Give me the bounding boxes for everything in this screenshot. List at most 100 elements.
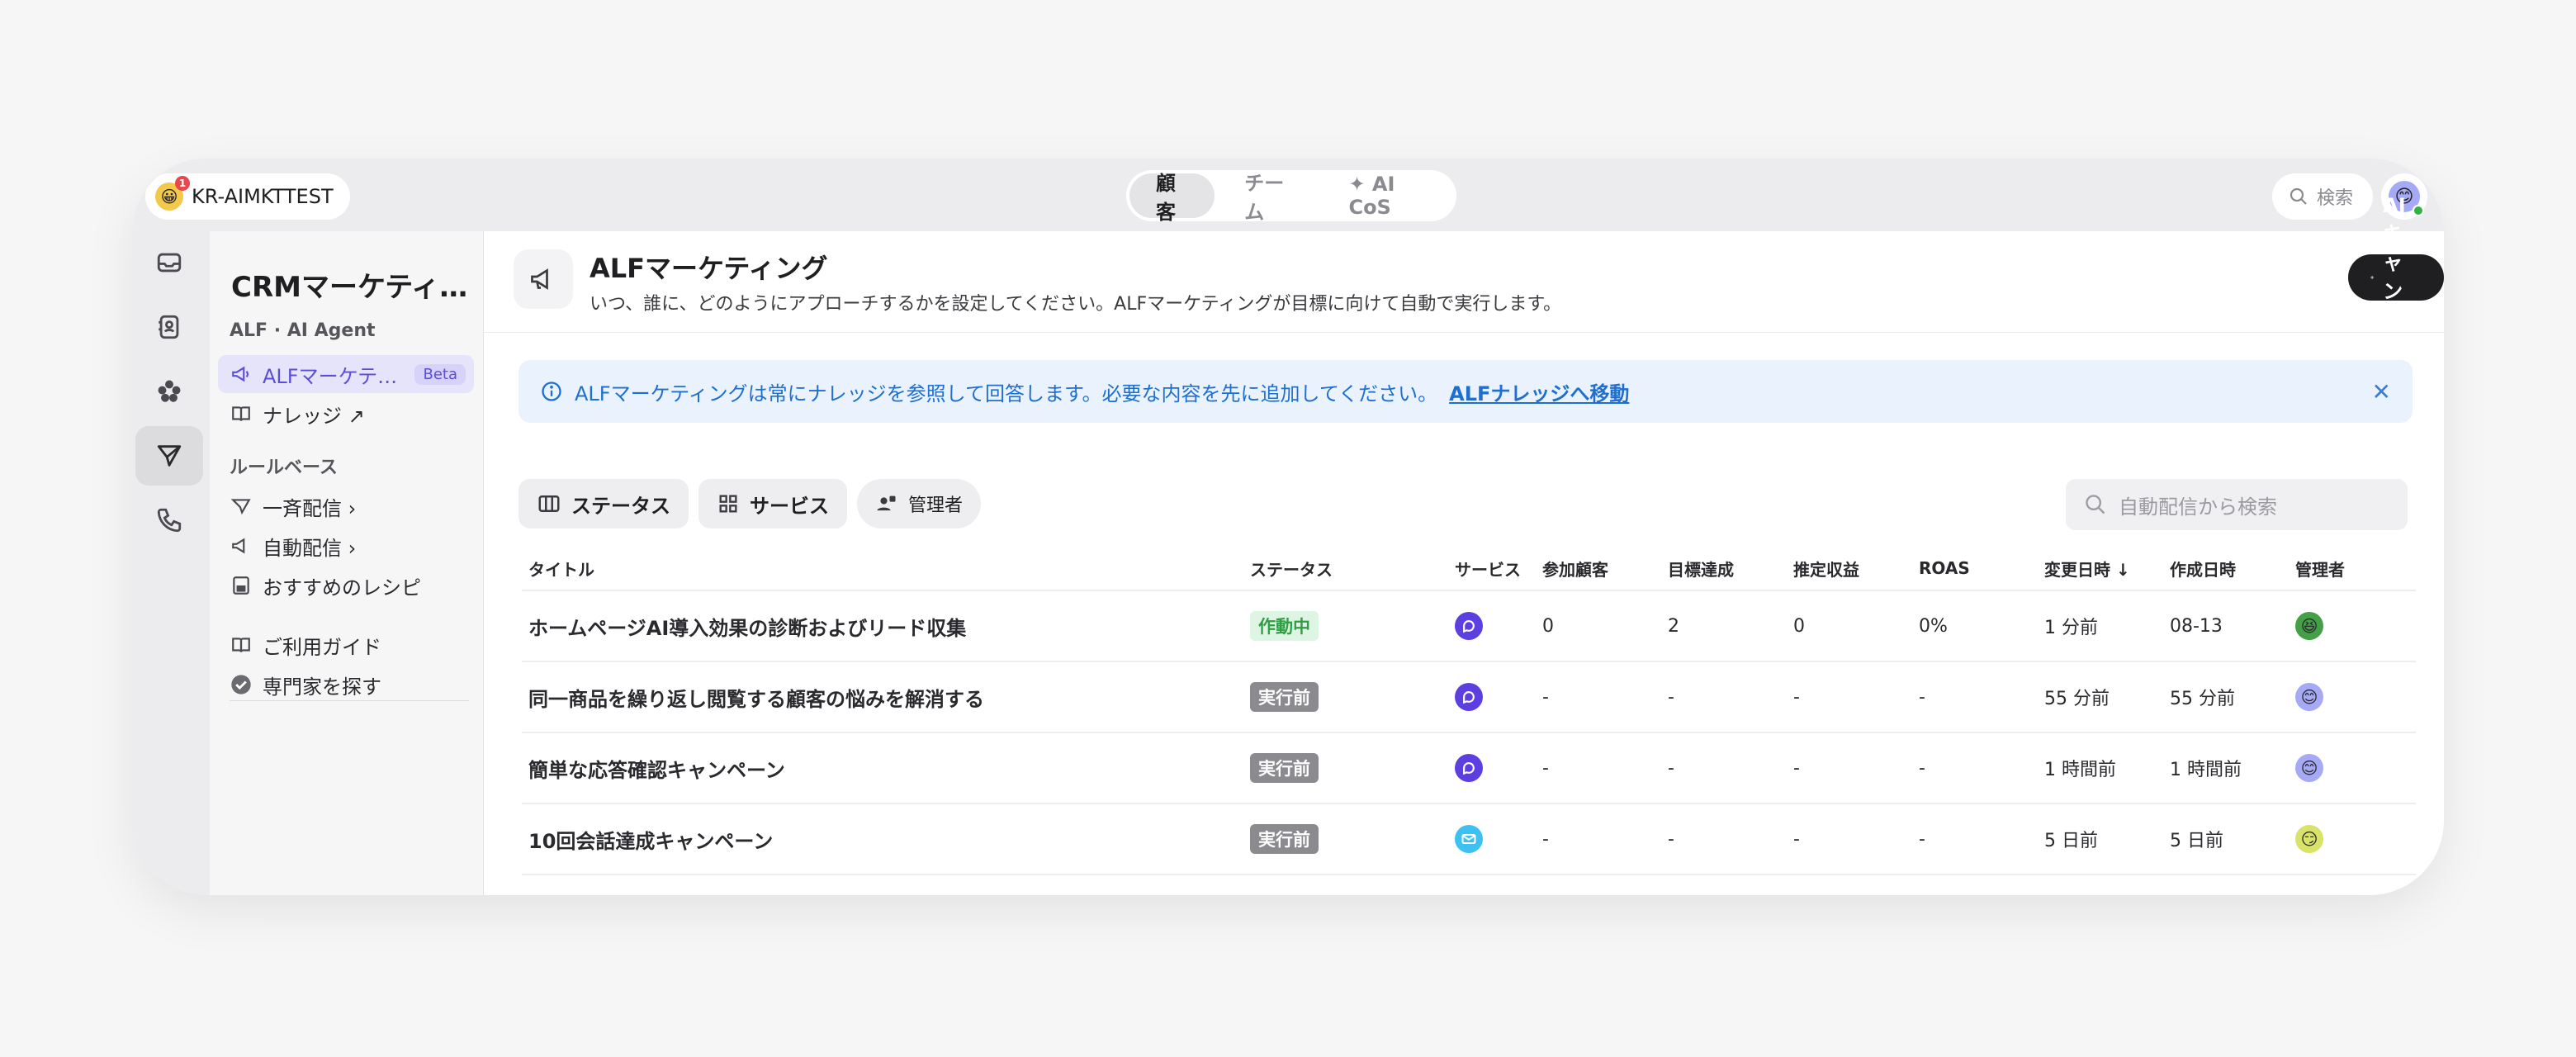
sidebar-item-alf-marketing[interactable]: ALFマーケテ… Beta xyxy=(218,355,474,393)
col-created[interactable]: 作成日時 xyxy=(2170,547,2236,590)
row-roas: - xyxy=(1919,757,1925,779)
contacts-icon xyxy=(159,315,179,339)
row-participants: 0 xyxy=(1542,615,1554,637)
row-goal: 2 xyxy=(1668,615,1679,637)
row-revenue: 0 xyxy=(1793,615,1805,637)
row-participants: - xyxy=(1542,757,1549,779)
table-search-input[interactable]: 自動配信から検索 xyxy=(2066,479,2408,530)
phone-icon xyxy=(157,508,182,533)
section-alf-label: ALF · AI Agent xyxy=(230,320,376,341)
row-roas: 0% xyxy=(1919,615,1948,637)
info-banner: ALFマーケティングは常にナレッジを参照して回答します。必要な内容を先に追加して… xyxy=(519,360,2413,423)
verified-badge-icon xyxy=(230,673,253,696)
search-label: 検索 xyxy=(2317,188,2354,209)
contacts-nav-button[interactable] xyxy=(135,297,203,357)
grid-icon xyxy=(719,495,737,513)
table-search-placeholder: 自動配信から検索 xyxy=(2119,495,2277,519)
page-description: いつ、誰に、どのようにアプローチするかを設定してください。ALFマーケティングが… xyxy=(590,294,1562,315)
workspace-name: KR-AIMKTTEST xyxy=(192,185,334,208)
row-goal: - xyxy=(1668,757,1674,779)
status-badge: 実行前 xyxy=(1250,824,1319,854)
tab-ai-cos[interactable]: ✦ AI CoS xyxy=(1322,173,1453,219)
table-row[interactable]: 10回会話達成キャンペーン 実行前 - - - - 5 日前 5 日前 😏 xyxy=(522,804,2416,875)
book-icon xyxy=(230,402,253,425)
col-goal[interactable]: 目標達成 xyxy=(1668,547,1734,590)
global-search-button[interactable]: 検索 xyxy=(2272,173,2374,220)
call-nav-button[interactable] xyxy=(135,491,203,550)
section-rule-label: ルールベース xyxy=(230,457,338,478)
recipe-icon xyxy=(230,574,253,597)
megaphone-icon xyxy=(230,534,253,557)
sidebar-item-broadcast[interactable]: 一斉配信 › xyxy=(218,487,474,525)
service-filter-button[interactable]: サービス xyxy=(698,479,847,528)
col-participants[interactable]: 参加顧客 xyxy=(1542,547,1608,590)
status-badge: 実行前 xyxy=(1250,682,1319,712)
apps-nav-button[interactable] xyxy=(135,362,203,421)
app-window: 😀 1 KR-AIMKTTEST 顧客 チーム ✦ AI CoS 検索 😊 CR… xyxy=(132,159,2444,895)
manager-avatar: 😊 xyxy=(2295,683,2323,711)
row-revenue: - xyxy=(1793,828,1800,850)
row-participants: - xyxy=(1542,828,1549,850)
header-divider xyxy=(484,332,2444,333)
table-row[interactable]: 同一商品を繰り返し閲覧する顧客の悩みを解消する 実行前 - - - - 55 分… xyxy=(522,662,2416,733)
status-filter-label: ステータス xyxy=(571,494,670,518)
manager-avatar: 😆 xyxy=(2295,612,2323,640)
row-created: 55 分前 xyxy=(2170,689,2235,709)
row-roas: - xyxy=(1919,828,1925,850)
status-badge: 作動中 xyxy=(1250,611,1319,641)
megaphone-icon xyxy=(230,363,253,386)
knowledge-link[interactable]: ALFナレッジへ移動 xyxy=(1449,377,1629,406)
row-created: 1 時間前 xyxy=(2170,760,2242,780)
users-icon xyxy=(877,495,896,511)
row-updated: 5 日前 xyxy=(2044,831,2098,851)
main-tabs: 顧客 チーム ✦ AI CoS xyxy=(1126,170,1456,224)
row-updated: 1 時間前 xyxy=(2044,760,2116,780)
chat-service-icon xyxy=(1455,683,1483,711)
col-revenue[interactable]: 推定収益 xyxy=(1793,547,1859,590)
sidebar-item-auto-delivery[interactable]: 自動配信 › xyxy=(218,527,474,565)
row-title: 同一商品を繰り返し閲覧する顧客の悩みを解消する xyxy=(528,687,984,711)
row-revenue: - xyxy=(1793,757,1800,779)
ai-campaign-button[interactable]: AIキャンペーン xyxy=(2348,194,2444,361)
book-icon xyxy=(230,633,253,656)
close-icon[interactable]: ✕ xyxy=(2372,378,2391,405)
sidebar-item-label: おすすめのレシピ xyxy=(263,576,421,600)
col-title[interactable]: タイトル xyxy=(528,547,594,590)
inbox-nav-button[interactable] xyxy=(135,233,203,292)
table-row[interactable]: ホームページAI導入効果の診断およびリード収集 作動中 0 2 0 0% 1 分… xyxy=(522,591,2416,662)
col-roas[interactable]: ROAS xyxy=(1919,547,1970,590)
table-header: タイトル ステータス サービス 参加顧客 目標達成 推定収益 ROAS 変更日時… xyxy=(522,547,2416,591)
chat-service-icon xyxy=(1455,612,1483,640)
top-bar: 😀 1 KR-AIMKTTEST 顧客 チーム ✦ AI CoS 検索 😊 xyxy=(132,159,2444,231)
marketing-nav-button[interactable] xyxy=(135,426,203,486)
sidebar-item-guide[interactable]: ご利用ガイド xyxy=(218,626,474,664)
tab-team[interactable]: チーム xyxy=(1218,172,1319,224)
row-roas: - xyxy=(1919,686,1925,708)
info-icon xyxy=(542,382,561,401)
row-created: 5 日前 xyxy=(2170,831,2223,851)
col-status[interactable]: ステータス xyxy=(1250,547,1333,590)
email-service-icon xyxy=(1455,825,1483,853)
chat-service-icon xyxy=(1455,754,1483,782)
table-row[interactable]: 簡単な応答確認キャンペーン 実行前 - - - - 1 時間前 1 時間前 😊 xyxy=(522,733,2416,804)
workspace-avatar: 😀 1 xyxy=(155,176,190,211)
search-icon xyxy=(2086,495,2105,514)
manager-filter-label: 管理者 xyxy=(908,495,964,516)
plus-icon xyxy=(2370,275,2375,280)
col-service[interactable]: サービス xyxy=(1455,547,1521,590)
row-title: ホームページAI導入効果の診断およびリード収集 xyxy=(528,616,967,640)
workspace-switcher[interactable]: 😀 1 KR-AIMKTTEST xyxy=(145,173,350,220)
tab-customers[interactable]: 顧客 xyxy=(1129,172,1215,224)
sidebar-item-label: 一斉配信 › xyxy=(263,496,357,520)
status-filter-button[interactable]: ステータス xyxy=(519,479,689,528)
row-title: 10回会話達成キャンペーン xyxy=(528,829,774,853)
sidebar-item-expert[interactable]: 専門家を探す xyxy=(218,666,474,704)
notification-badge: 1 xyxy=(175,176,190,191)
col-updated[interactable]: 変更日時 ↓ xyxy=(2044,547,2130,590)
sidebar-item-recipes[interactable]: おすすめのレシピ xyxy=(218,566,474,604)
search-icon xyxy=(2290,187,2307,205)
columns-icon xyxy=(538,495,560,512)
sidebar-item-knowledge[interactable]: ナレッジ ↗ xyxy=(218,395,474,433)
manager-filter-button[interactable]: 管理者 xyxy=(857,479,982,528)
col-manager[interactable]: 管理者 xyxy=(2295,547,2345,590)
